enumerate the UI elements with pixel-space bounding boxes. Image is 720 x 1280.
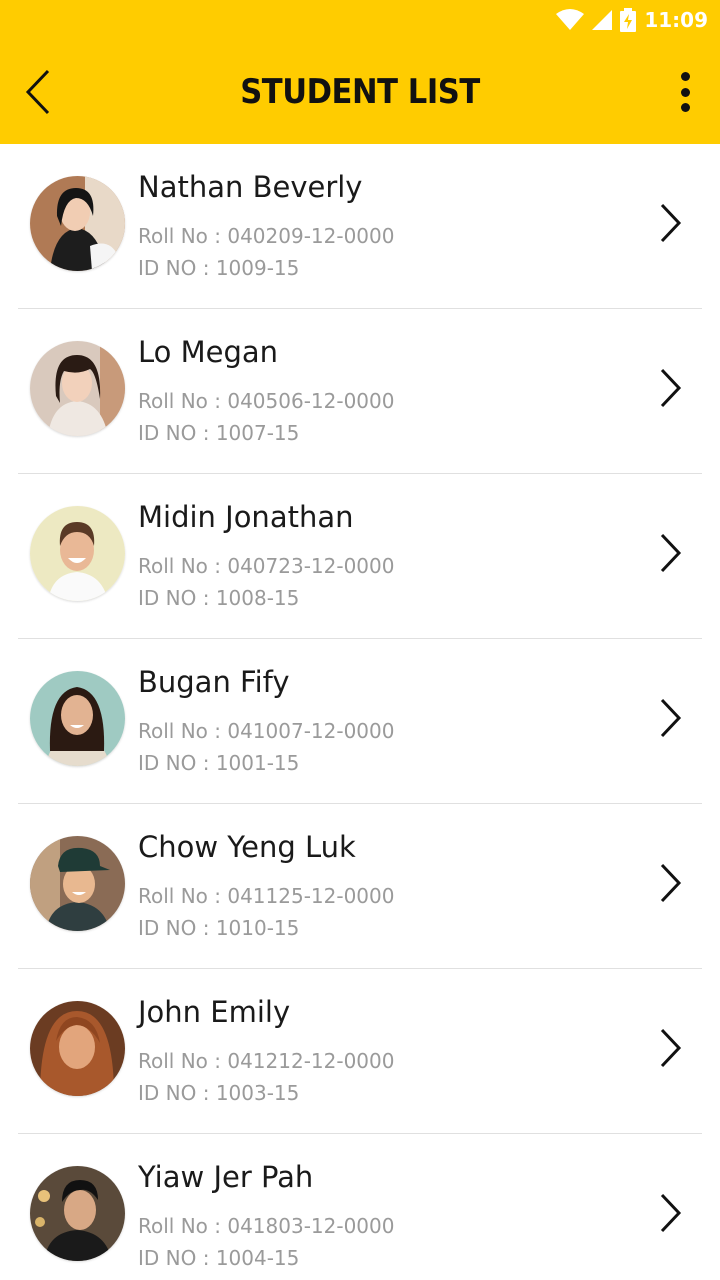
avatar	[30, 176, 125, 271]
page-title: STUDENT LIST	[240, 72, 480, 112]
more-vert-icon	[680, 72, 690, 81]
more-vert-dot	[680, 103, 690, 112]
student-roll-no: Roll No : 040506-12-0000	[138, 389, 395, 413]
battery-charging-icon	[620, 8, 637, 32]
student-id-no: ID NO : 1004-15	[138, 1246, 300, 1270]
student-id-no: ID NO : 1008-15	[138, 586, 300, 610]
avatar	[30, 341, 125, 436]
student-id-no: ID NO : 1010-15	[138, 916, 300, 940]
student-row[interactable]: Bugan Fify Roll No : 041007-12-0000 ID N…	[0, 639, 720, 804]
student-row[interactable]: Nathan Beverly Roll No : 040209-12-0000 …	[0, 144, 720, 309]
student-name: Bugan Fify	[138, 665, 290, 699]
student-roll-no: Roll No : 040723-12-0000	[138, 554, 395, 578]
student-row[interactable]: Lo Megan Roll No : 040506-12-0000 ID NO …	[0, 309, 720, 474]
student-roll-no: Roll No : 041803-12-0000	[138, 1214, 395, 1238]
status-time: 11:09	[644, 8, 708, 32]
student-id-no: ID NO : 1003-15	[138, 1081, 300, 1105]
more-vert-dot	[680, 87, 690, 97]
chevron-right-icon	[660, 533, 682, 573]
chevron-right-icon	[660, 368, 682, 408]
avatar	[30, 671, 125, 766]
chevron-right-icon	[660, 1193, 682, 1233]
toolbar: STUDENT LIST	[0, 44, 720, 144]
student-roll-no: Roll No : 040209-12-0000	[138, 224, 395, 248]
more-options-button[interactable]	[670, 66, 700, 118]
student-id-no: ID NO : 1001-15	[138, 751, 300, 775]
chevron-right-icon	[660, 863, 682, 903]
chevron-right-icon	[660, 698, 682, 738]
student-name: Midin Jonathan	[138, 500, 354, 534]
avatar	[30, 506, 125, 601]
avatar	[30, 1001, 125, 1096]
student-roll-no: Roll No : 041007-12-0000	[138, 719, 395, 743]
chevron-right-icon	[660, 203, 682, 243]
student-name: Chow Yeng Luk	[138, 830, 356, 864]
student-name: Nathan Beverly	[138, 170, 363, 204]
student-roll-no: Roll No : 041125-12-0000	[138, 884, 395, 908]
student-name: John Emily	[138, 995, 291, 1029]
student-id-no: ID NO : 1007-15	[138, 421, 300, 445]
student-roll-no: Roll No : 041212-12-0000	[138, 1049, 395, 1073]
app-root: 11:09 STUDENT LIST Nathan Beverly Roll N…	[0, 0, 720, 1280]
student-list: Nathan Beverly Roll No : 040209-12-0000 …	[0, 144, 720, 1280]
student-name: Lo Megan	[138, 335, 279, 369]
student-id-no: ID NO : 1009-15	[138, 256, 300, 280]
app-header: 11:09 STUDENT LIST	[0, 0, 720, 144]
student-row[interactable]: Yiaw Jer Pah Roll No : 041803-12-0000 ID…	[0, 1134, 720, 1280]
signal-icon	[592, 10, 613, 30]
student-row[interactable]: Chow Yeng Luk Roll No : 041125-12-0000 I…	[0, 804, 720, 969]
avatar	[30, 836, 125, 931]
status-bar: 11:09	[556, 6, 708, 34]
avatar	[30, 1166, 125, 1261]
chevron-right-icon	[660, 1028, 682, 1068]
wifi-icon	[556, 9, 585, 31]
student-name: Yiaw Jer Pah	[138, 1160, 314, 1194]
student-row[interactable]: Midin Jonathan Roll No : 040723-12-0000 …	[0, 474, 720, 639]
student-row[interactable]: John Emily Roll No : 041212-12-0000 ID N…	[0, 969, 720, 1134]
